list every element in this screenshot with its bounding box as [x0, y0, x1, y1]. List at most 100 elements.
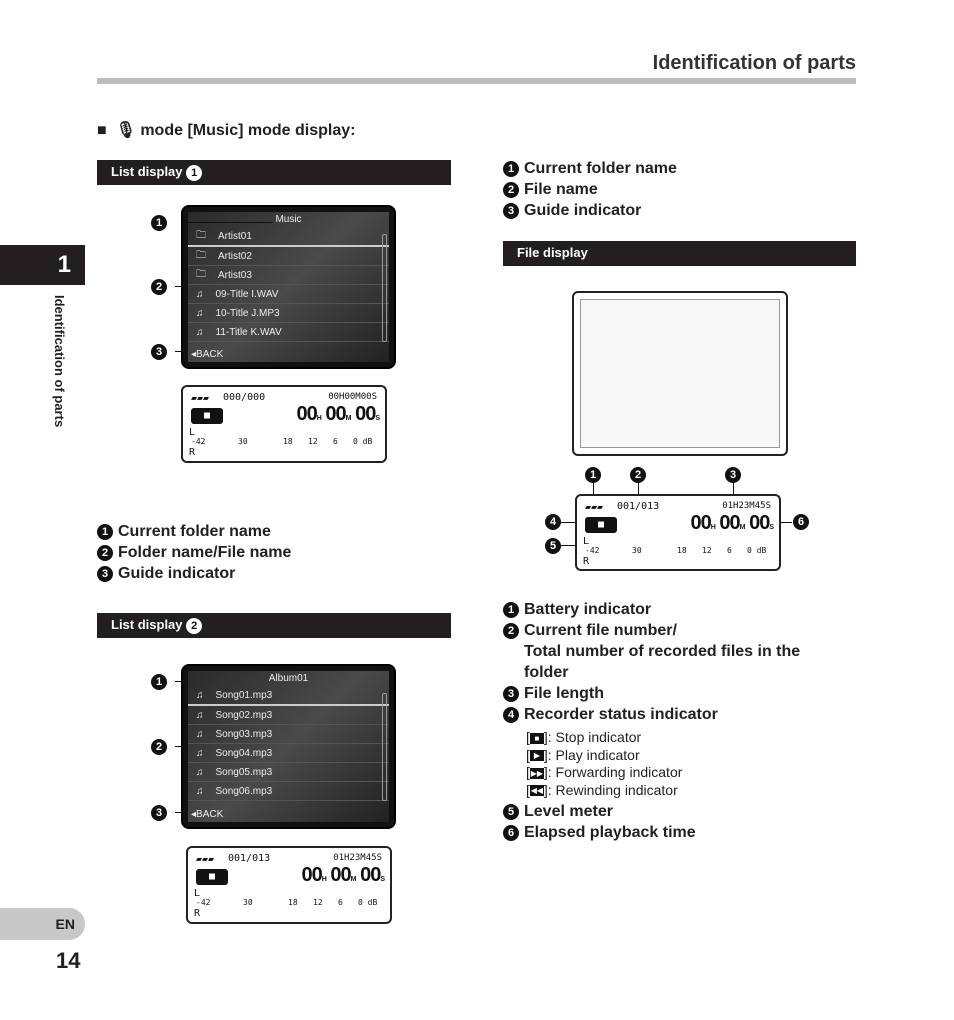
current-folder-name: Album01	[268, 673, 309, 684]
callout-number-2: 2	[630, 466, 646, 483]
legend-item: folder	[524, 664, 569, 681]
language-tab: EN	[0, 908, 85, 940]
list-item[interactable]: 🗀 Artist03	[188, 266, 389, 285]
lcd-display-3: ▰▰▰ 001/013 01H23M45S ■ 00H 00M 00S L R -42 30 18…	[186, 846, 392, 924]
battery-icon: ▰▰▰	[196, 854, 215, 865]
list-item[interactable]: ♫ Song05.mp3	[188, 763, 389, 782]
level-meter-tick: 6	[333, 437, 338, 446]
legend-item: 3 File length	[503, 683, 800, 704]
level-meter-tick: 30	[238, 437, 248, 446]
callout-number-3: 3	[151, 343, 167, 360]
list-item[interactable]: ♫ 10-Title J.MP3	[188, 304, 389, 323]
indicator-item: [▶]: Play indicator	[526, 746, 640, 763]
legend-item: 3 Guide indicator	[97, 563, 291, 584]
chapter-tab[interactable]: 1	[0, 245, 85, 285]
callout-number-1: 1	[151, 673, 167, 690]
callout-number-1: 1	[503, 601, 519, 618]
callout-number-6: 6	[503, 824, 519, 841]
list-item[interactable]: 🗀 Artist02	[188, 247, 389, 266]
stop-indicator-icon: ■	[585, 517, 617, 533]
file-number: 001/013	[228, 853, 271, 864]
battery-icon: ▰▰▰	[191, 393, 210, 404]
level-meter-tick: 12	[313, 898, 323, 907]
callout-number-4: 4	[545, 513, 561, 530]
folder-icon: 🗀	[196, 249, 206, 261]
section-title: ■ 🎙 mode [Music] mode display:	[97, 122, 356, 139]
folder-icon: 🗀	[196, 268, 206, 280]
list-item[interactable]: 🗀 Artist01	[188, 228, 389, 247]
list-item[interactable]: ♫ Song06.mp3	[188, 782, 389, 801]
callout-number-2: 2	[151, 278, 167, 295]
music-icon: ♫	[196, 785, 204, 797]
elapsed-time: 00H 00M 00S	[301, 864, 385, 886]
chapter-label: Identification of parts	[52, 295, 67, 428]
level-meter-tick: -42	[191, 437, 206, 446]
scrollbar[interactable]	[382, 234, 387, 342]
level-right-label: R	[189, 447, 196, 458]
list-item[interactable]: ♫ Song01.mp3	[188, 687, 389, 706]
level-meter-tick: -42	[196, 898, 211, 907]
indicator-icon: ▶	[529, 750, 544, 762]
list-item[interactable]: ♫ Song04.mp3	[188, 744, 389, 763]
level-meter-tick: 30	[243, 898, 253, 907]
list-display-2-bar: List display 2	[97, 613, 451, 638]
file-number: 000/000	[223, 392, 266, 403]
list-display-1-bar: List display 1	[97, 160, 451, 185]
level-meter-tick: 0 dB	[358, 898, 378, 907]
current-folder-name: Music	[275, 214, 302, 225]
indicator-icon: ◀◀	[529, 785, 544, 797]
page-number: 14	[56, 948, 81, 973]
callout-number-6: 6	[793, 513, 809, 530]
stop-indicator-icon: ■	[196, 869, 228, 885]
list-item[interactable]: ♫ Song03.mp3	[188, 725, 389, 744]
back-guide-indicator[interactable]: ◂BACK	[191, 809, 223, 820]
stop-indicator-icon: ■	[191, 408, 223, 424]
header-rule	[97, 78, 856, 84]
level-meter-tick: 18	[283, 437, 293, 446]
page-header-title: Identification of parts	[652, 52, 856, 74]
callout-number-3: 3	[725, 466, 741, 483]
music-icon: ♫	[196, 307, 204, 319]
callout-number-1: 1	[151, 214, 167, 231]
callout-number-1: 1	[97, 523, 113, 540]
music-icon: ♫	[196, 690, 204, 701]
elapsed-time: 00H 00M 00S	[296, 403, 380, 425]
legend-item: 4 Recorder status indicator	[503, 704, 800, 725]
callout-number-2: 2	[97, 544, 113, 561]
callout-number-2: 2	[503, 181, 519, 198]
list-item[interactable]: ♫ Song02.mp3	[188, 706, 389, 725]
list-item[interactable]: ♫ 09-Title I.WAV	[188, 285, 389, 304]
indicator-item: [■]: Stop indicator	[526, 729, 642, 745]
elapsed-time: 00H 00M 00S	[690, 512, 774, 534]
callout-number-1: 1	[503, 160, 519, 177]
indicator-item: [▶▶]: Forwarding indicator	[526, 764, 683, 780]
legend-item: 3 Guide indicator	[503, 200, 677, 221]
file-length: 01H23M45S	[333, 853, 382, 863]
file-length: 01H23M45S	[722, 501, 771, 511]
legend-item: 1 Current folder name	[503, 158, 677, 179]
level-meter-tick: 6	[338, 898, 343, 907]
callout-number-4: 4	[503, 706, 519, 723]
callout-number-2: 2	[151, 738, 167, 755]
list-item[interactable]: ♫ 11-Title K.WAV	[188, 323, 389, 342]
legend-item: 1 Current folder name	[97, 521, 291, 542]
indicator-item: [◀◀]: Rewinding indicator	[526, 781, 678, 798]
level-meter-tick: 18	[288, 898, 298, 907]
legend-item: Total number of recorded files in the	[524, 643, 801, 660]
music-icon: ♫	[196, 747, 204, 759]
callout-number-2: 2	[503, 622, 519, 639]
scrollbar[interactable]	[382, 693, 387, 801]
legend-item: 6 Elapsed playback time	[503, 822, 800, 843]
back-guide-indicator[interactable]: ◂BACK	[191, 349, 223, 360]
callout-number-3: 3	[503, 202, 519, 219]
level-right-label: R	[583, 556, 590, 567]
level-meter-tick: 0 dB	[747, 546, 767, 555]
level-meter-tick: 6	[727, 546, 732, 555]
file-length: 00H00M00S	[328, 392, 377, 402]
legend-item: 2 Folder name/File name	[97, 542, 291, 563]
legend-item: 1 Battery indicator	[503, 599, 800, 620]
file-display-bar: File display	[503, 241, 856, 266]
callout-number-3: 3	[503, 685, 519, 702]
level-meter-tick: -42	[585, 546, 600, 555]
lcd-display-2: ▰▰▰ 001/013 01H23M45S ■ 00H 00M 00S L R -42 30 18…	[575, 494, 781, 571]
